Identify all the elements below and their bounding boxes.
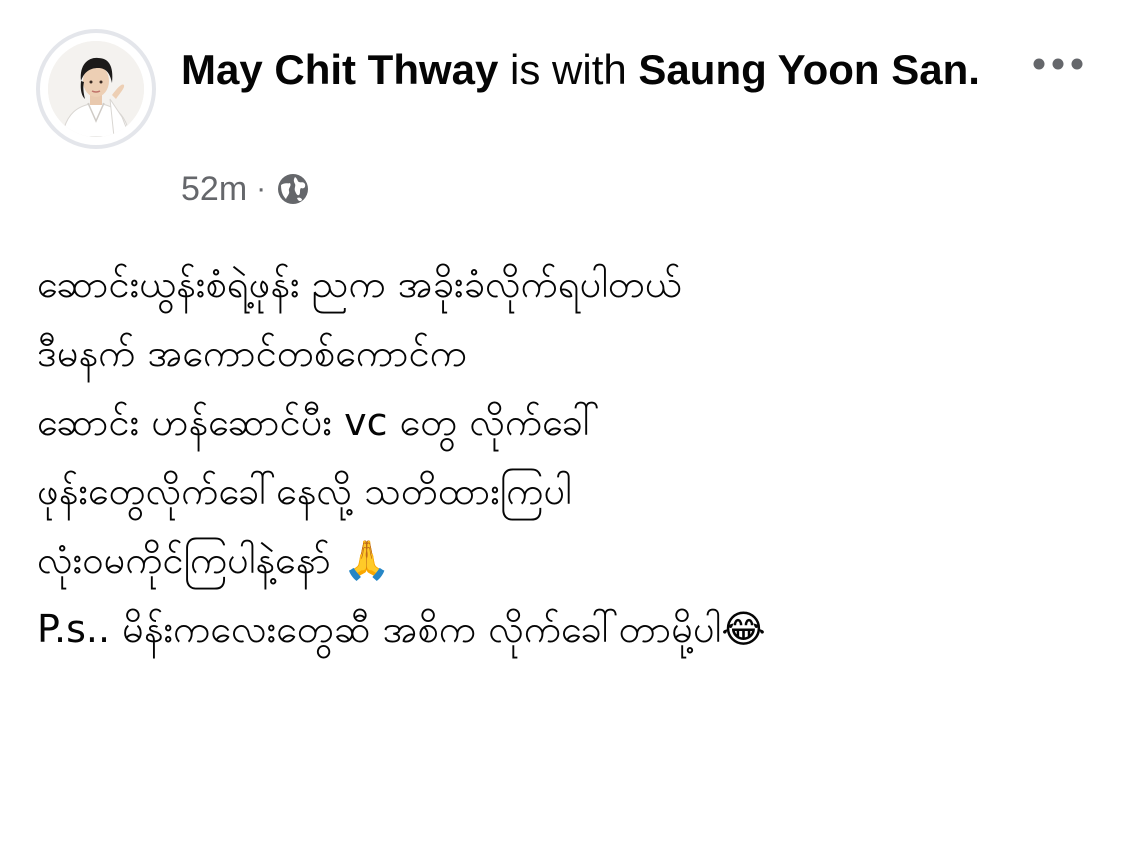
avatar-image	[48, 41, 144, 137]
post-line-4: ဖုန်းတွေလိုက်ခေါ်နေလို့ သတိထားကြပါ	[37, 469, 572, 513]
post-timestamp-link[interactable]: 52m	[181, 170, 247, 209]
tagged-user-link[interactable]: Saung Yoon San	[638, 46, 968, 93]
meta-separator: ·	[256, 172, 267, 205]
more-options-button[interactable]	[1026, 44, 1090, 84]
more-options-icon	[1033, 58, 1083, 70]
post-meta: 52m ·	[181, 166, 311, 212]
post-line-2: ဒီမနက် အကောင်တစ်ကောင်က	[37, 331, 467, 375]
author-avatar[interactable]	[36, 29, 156, 149]
post-body: ဆောင်းယွန်းစံရဲ့ဖုန်း ညက အခိုးခံလိုက်ရပါ…	[37, 250, 1097, 664]
with-text: is with	[498, 46, 639, 93]
post-header: May Chit Thway is with Saung Yoon San.	[181, 40, 1001, 100]
post-line-5: လုံးဝမကိုင်ကြပါနဲ့နော် 🙏	[37, 538, 391, 582]
post-line-1: ဆောင်းယွန်းစံရဲ့ဖုန်း ညက အခိုးခံလိုက်ရပါ…	[37, 262, 682, 306]
post-line-6: P.s.. မိန်းကလေးတွေဆီ အစိက လိုက်ခေါ်တာမို…	[37, 607, 766, 651]
globe-icon[interactable]	[275, 171, 311, 207]
header-end-punct: .	[968, 46, 980, 93]
post-line-3: ဆောင်း ဟန်ဆောင်ပီး vc တွေ လိုက်ခေါ်	[37, 400, 600, 444]
author-name-link[interactable]: May Chit Thway	[181, 46, 498, 93]
